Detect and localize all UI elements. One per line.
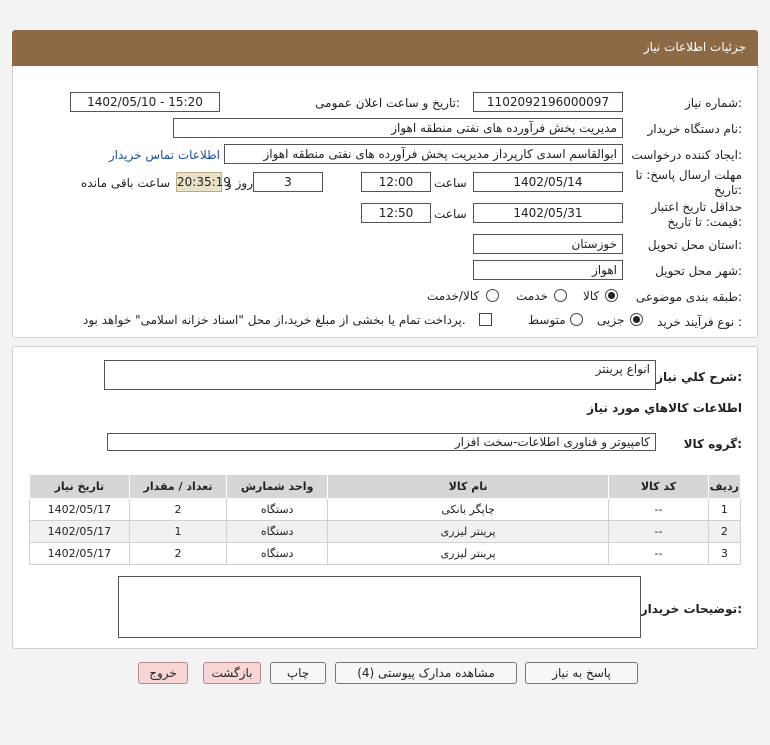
deadline-time-field: 12:00: [361, 172, 431, 192]
cell-unit: دستگاه: [226, 542, 328, 565]
cell-unit: دستگاه: [226, 498, 328, 521]
print-button[interactable]: چاپ: [270, 662, 326, 684]
category-both-label: کالا/خدمت: [427, 289, 480, 303]
view-attachments-button[interactable]: مشاهده مدارک پیوستی (4): [335, 662, 517, 684]
col-item-code: کد کالا: [608, 474, 709, 499]
col-unit: واحد شمارش: [226, 474, 328, 499]
validity-time-label: ساعت: [434, 207, 467, 221]
validity-date-field: 1402/05/31: [473, 203, 623, 223]
process-minor-label: جزیی: [597, 313, 625, 327]
city-label: شهر محل تحویل:: [655, 264, 742, 278]
contact-info-link[interactable]: اطلاعات تماس خریدار: [109, 148, 220, 162]
group-label: گروه کالا:: [683, 437, 742, 451]
col-row: ردیف: [707, 474, 742, 499]
buyer-org-field: مدیریت پخش فرآورده های نفتی منطقه اهواز: [173, 118, 623, 138]
items-table: تاریخ نیاز تعداد / مقدار واحد شمارش نام …: [29, 474, 742, 565]
exit-button[interactable]: خروج: [138, 662, 188, 684]
province-field: خوزستان: [473, 234, 623, 254]
cell-item-code: --: [608, 520, 709, 543]
cell-item-name: چاپگر بانکی: [326, 498, 610, 521]
cell-row: 1: [707, 498, 742, 521]
cell-item-code: --: [608, 542, 709, 565]
buyer-org-label: نام دستگاه خریدار:: [647, 122, 743, 136]
category-goods-radio[interactable]: [605, 289, 618, 302]
cell-unit: دستگاه: [226, 520, 328, 543]
need-number-label: شماره نیاز:: [684, 96, 742, 110]
deadline-label: مهلت ارسال پاسخ: تا: [635, 168, 742, 182]
deadline-label-2: تاریخ:: [714, 183, 742, 197]
header-bar: جزئیات اطلاعات نیاز: [12, 30, 758, 66]
table-row: 1402/05/17 1 دستگاه پرینتر لیزری -- 2: [29, 520, 742, 543]
buyer-notes-label: توضیحات خریدار:: [640, 602, 742, 616]
process-medium-radio[interactable]: [570, 313, 583, 326]
deadline-date-field: 1402/05/14: [473, 172, 623, 192]
cell-need-date: 1402/05/17: [29, 520, 130, 543]
validity-time-field: 12:50: [361, 203, 431, 223]
cell-item-name: پرینتر لیزری: [326, 542, 610, 565]
category-service-radio[interactable]: [554, 289, 567, 302]
requester-field: ابوالقاسم اسدی کارپرداز مدیریت پخش فرآور…: [224, 144, 623, 164]
validity-label-2: قیمت: تا تاریخ:: [667, 215, 742, 229]
goods-info-title: اطلاعات کالاهاي مورد نياز: [587, 401, 742, 415]
requester-label: ایجاد کننده درخواست:: [631, 148, 742, 162]
days-field: 3: [253, 172, 323, 192]
category-goods-label: کالا: [583, 289, 600, 303]
col-need-date: تاریخ نیاز: [29, 474, 130, 499]
cell-quantity: 2: [128, 498, 228, 521]
need-number-field: 1102092196000097: [473, 92, 623, 112]
category-label: طبقه بندی موضوعی:: [635, 290, 742, 304]
announce-label: تاریخ و ساعت اعلان عمومی:: [315, 96, 460, 110]
cell-row: 2: [707, 520, 742, 543]
cell-quantity: 1: [128, 520, 228, 543]
city-field: اهواز: [473, 260, 623, 280]
group-field: کامپیوتر و فناوری اطلاعات-سخت افزار: [107, 433, 656, 451]
category-both-radio[interactable]: [486, 289, 499, 302]
process-minor-radio[interactable]: [630, 313, 643, 326]
province-label: استان محل تحویل:: [647, 238, 742, 252]
cell-quantity: 2: [128, 542, 228, 565]
validity-label: حداقل تاریخ اعتبار: [651, 200, 742, 214]
treasury-payment-checkbox[interactable]: [479, 313, 492, 326]
page-title: جزئیات اطلاعات نیاز: [643, 40, 746, 54]
cell-need-date: 1402/05/17: [29, 498, 130, 521]
reply-button[interactable]: پاسخ به نیاز: [525, 662, 638, 684]
remaining-time: 20:35:19: [176, 172, 231, 192]
cell-item-name: پرینتر لیزری: [326, 520, 610, 543]
category-service-label: خدمت: [516, 289, 548, 303]
col-quantity: تعداد / مقدار: [128, 474, 228, 499]
treasury-payment-note: پرداخت تمام یا بخشی از مبلغ خرید،از محل …: [83, 313, 466, 327]
col-item-name: نام کالا: [326, 474, 610, 499]
cell-need-date: 1402/05/17: [29, 542, 130, 565]
table-header-row: تاریخ نیاز تعداد / مقدار واحد شمارش نام …: [29, 474, 742, 499]
buyer-notes-field: [118, 576, 641, 638]
back-button[interactable]: بازگشت: [203, 662, 261, 684]
table-row: 1402/05/17 2 دستگاه چاپگر بانکی -- 1: [29, 498, 742, 521]
table-row: 1402/05/17 2 دستگاه پرینتر لیزری -- 3: [29, 542, 742, 565]
summary-label: شرح کلي نياز:: [656, 370, 742, 384]
process-label: نوع فرآیند خرید :: [657, 315, 742, 329]
process-medium-label: متوسط: [528, 313, 566, 327]
cell-row: 3: [707, 542, 742, 565]
summary-field: انواع پرینتر: [104, 360, 656, 390]
announce-field: 1402/05/10 - 15:20: [70, 92, 220, 112]
cell-item-code: --: [608, 498, 709, 521]
remaining-label: ساعت باقی مانده: [81, 176, 171, 190]
deadline-time-label: ساعت: [434, 176, 467, 190]
